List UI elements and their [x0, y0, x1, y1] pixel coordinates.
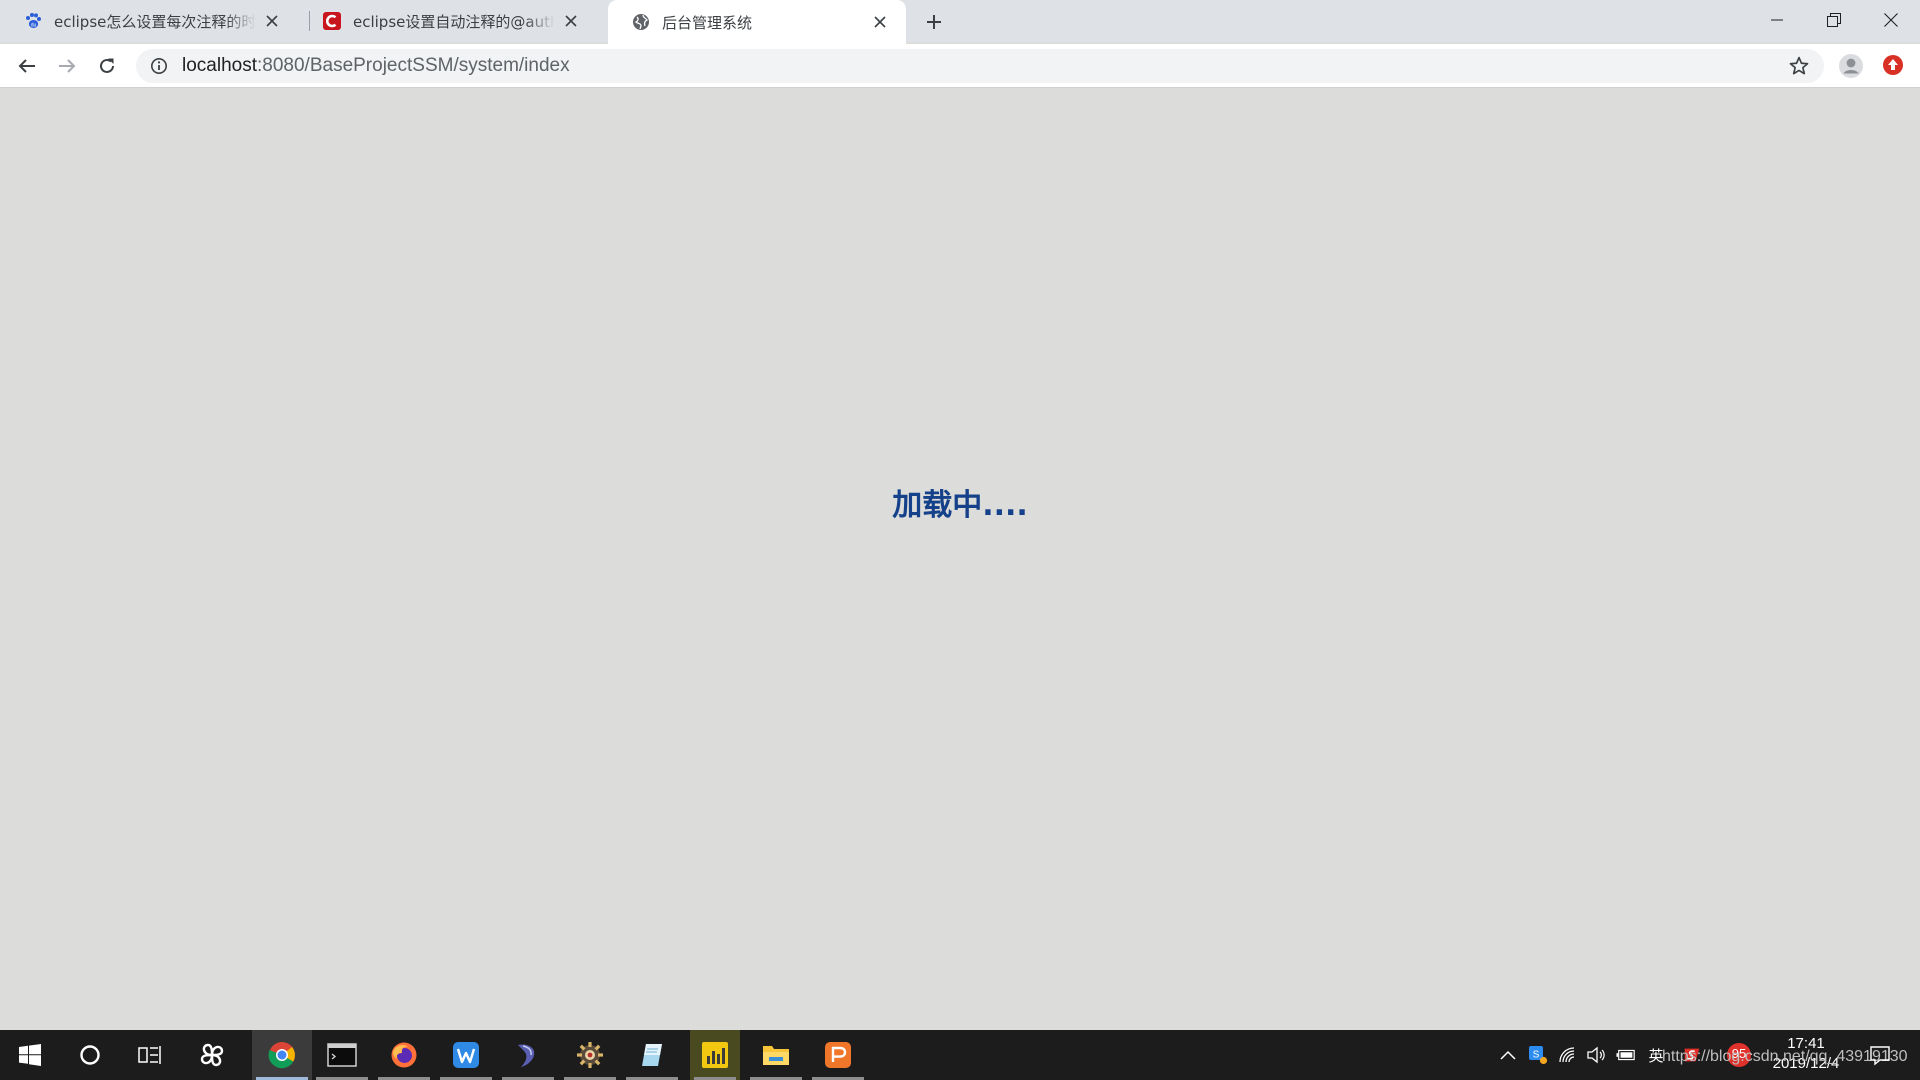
firefox-taskbar-button[interactable]	[374, 1030, 434, 1080]
chart-app-taskbar-button[interactable]	[690, 1030, 740, 1080]
network-tray-button[interactable]	[1558, 1045, 1578, 1065]
wps-icon	[453, 1042, 479, 1068]
tab-title: eclipse怎么设置每次注释的时候	[54, 12, 256, 31]
paw-icon: du	[24, 12, 42, 30]
restore-icon	[1827, 13, 1841, 27]
notepad-icon	[642, 1044, 662, 1066]
file-explorer-icon	[763, 1046, 789, 1065]
arrow-right-icon	[59, 59, 76, 73]
arrow-left-icon	[18, 59, 35, 73]
windows-start-icon	[19, 1044, 41, 1066]
notepad-taskbar-button[interactable]	[622, 1030, 682, 1080]
restore-button[interactable]	[1805, 0, 1863, 40]
battery-tray-button[interactable]	[1616, 1045, 1636, 1065]
tab-title: 后台管理系统	[662, 13, 753, 32]
csdn-icon	[323, 12, 341, 30]
url-text[interactable]: localhost:8080/BaseProjectSSM/system/ind…	[182, 55, 570, 77]
eclipse-taskbar-button[interactable]	[498, 1030, 558, 1080]
input-method-tray-button[interactable]: S	[1528, 1045, 1548, 1065]
loading-message: 加载中....	[892, 488, 1028, 523]
info-icon[interactable]	[150, 57, 168, 75]
eclipse-icon	[518, 1044, 535, 1067]
task-view-button[interactable]	[120, 1030, 180, 1080]
tab-strip: du eclipse怎么设置每次注释的时候 eclipse设置自动注释的@aut…	[0, 0, 1920, 44]
svg-text:du: du	[31, 22, 37, 28]
sogou-ime-icon: S	[1529, 1046, 1548, 1065]
chevron-up-icon	[1500, 1050, 1516, 1060]
chrome-taskbar-button[interactable]	[252, 1030, 312, 1080]
cortana-button[interactable]	[60, 1030, 120, 1080]
globe-icon	[632, 13, 650, 31]
volume-tray-button[interactable]	[1586, 1045, 1606, 1065]
windows-taskbar: S 英 95 17:41 2019/12/4 https://blog.csdn…	[0, 1030, 1920, 1080]
chart-app-icon	[702, 1042, 728, 1068]
browser-window: du eclipse怎么设置每次注释的时候 eclipse设置自动注释的@aut…	[0, 0, 1920, 1080]
svg-text:S: S	[1533, 1050, 1540, 1061]
bookmark-star-icon[interactable]	[1788, 55, 1810, 77]
reload-button[interactable]	[92, 51, 122, 81]
tab-admin-system[interactable]: 后台管理系统	[608, 0, 906, 44]
show-hidden-icons-button[interactable]	[1498, 1045, 1518, 1065]
firefox-icon	[391, 1042, 417, 1068]
minimize-icon	[1771, 19, 1783, 21]
plus-icon	[927, 15, 941, 29]
chrome-icon	[268, 1042, 295, 1069]
close-icon	[1884, 13, 1898, 27]
close-icon[interactable]	[561, 11, 581, 31]
page-content: 加载中....	[0, 88, 1920, 1030]
tab-eclipse-comment-question[interactable]: du eclipse怎么设置每次注释的时候	[0, 0, 298, 42]
start-button[interactable]	[0, 1030, 60, 1080]
pinwheel-app-icon	[200, 1043, 224, 1067]
wps-taskbar-button[interactable]	[436, 1030, 496, 1080]
action-center-icon[interactable]	[1868, 1043, 1892, 1067]
profile-avatar-icon[interactable]	[1838, 53, 1864, 79]
settings-gear-icon	[577, 1042, 603, 1068]
close-window-button[interactable]	[1862, 0, 1920, 40]
settings-taskbar-button[interactable]	[560, 1030, 620, 1080]
terminal-icon	[327, 1043, 357, 1067]
terminal-taskbar-button[interactable]	[312, 1030, 372, 1080]
file-explorer-taskbar-button[interactable]	[746, 1030, 806, 1080]
tab-title: eclipse设置自动注释的@author	[353, 12, 555, 31]
back-button[interactable]	[12, 51, 42, 81]
close-icon[interactable]	[870, 12, 890, 32]
minimize-button[interactable]	[1748, 0, 1806, 40]
forward-button[interactable]	[52, 51, 82, 81]
address-bar[interactable]: localhost:8080/BaseProjectSSM/system/ind…	[136, 49, 1824, 83]
browser-toolbar: localhost:8080/BaseProjectSSM/system/ind…	[0, 44, 1920, 88]
speaker-icon	[1587, 1046, 1605, 1064]
task-view-icon	[138, 1046, 161, 1064]
url-host: localhost	[182, 55, 257, 76]
url-path: :8080/BaseProjectSSM/system/index	[257, 55, 570, 76]
wifi-icon	[1559, 1047, 1575, 1063]
reload-icon	[100, 58, 114, 73]
slides-app-taskbar-button[interactable]	[808, 1030, 868, 1080]
pinwheel-app-button[interactable]	[182, 1030, 242, 1080]
update-available-icon[interactable]	[1882, 54, 1904, 76]
tab-eclipse-auto-comment[interactable]: eclipse设置自动注释的@author	[299, 0, 597, 42]
slides-app-icon	[825, 1042, 851, 1068]
new-tab-button[interactable]	[920, 8, 948, 36]
battery-icon	[1616, 1049, 1635, 1061]
close-icon[interactable]	[262, 11, 282, 31]
cortana-icon	[80, 1045, 100, 1065]
